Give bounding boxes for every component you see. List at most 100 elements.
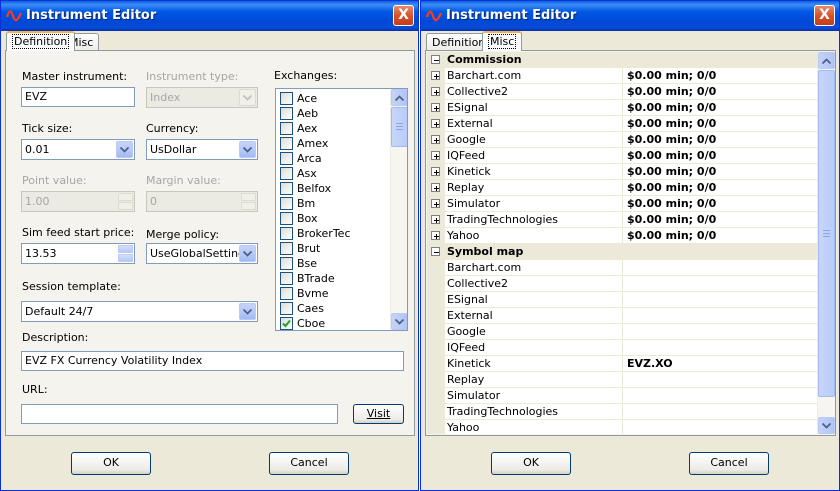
property-value[interactable]: $0.00 min; 0/0 <box>624 84 818 100</box>
scroll-up-button[interactable] <box>391 89 407 106</box>
expand-icon[interactable] <box>431 167 440 176</box>
property-value[interactable]: $0.00 min; 0/0 <box>624 212 818 228</box>
chevron-down-icon[interactable] <box>239 141 256 158</box>
property-value[interactable] <box>624 372 818 388</box>
cancel-button[interactable]: Cancel <box>689 452 769 475</box>
expand-icon[interactable] <box>431 135 440 144</box>
tab-definition[interactable]: Definition <box>6 31 76 51</box>
expand-icon[interactable] <box>431 199 440 208</box>
title-bar[interactable]: Instrument Editor X <box>421 1 839 31</box>
exchanges-list[interactable]: Ace Aeb Aex Amex Arca Asx Belfox Bm Box BrokerTec… <box>275 88 408 331</box>
expand-icon[interactable] <box>431 71 440 80</box>
property-row[interactable]: TradingTechnologies <box>427 404 818 420</box>
checkbox-icon[interactable] <box>280 227 293 240</box>
property-row[interactable]: Barchart.com <box>427 260 818 276</box>
property-row[interactable]: TradingTechnologies $0.00 min; 0/0 <box>427 212 818 228</box>
property-value[interactable]: $0.00 min; 0/0 <box>624 68 818 84</box>
property-value[interactable]: $0.00 min; 0/0 <box>624 180 818 196</box>
property-value[interactable] <box>624 420 818 434</box>
sim-feed-stepper[interactable]: 13.53 <box>21 243 135 264</box>
checkbox-icon[interactable] <box>280 287 293 300</box>
property-value[interactable] <box>624 388 818 404</box>
exchanges-scrollbar[interactable] <box>390 89 407 330</box>
expand-icon[interactable] <box>431 151 440 160</box>
property-value[interactable] <box>624 324 818 340</box>
spin-up-icon[interactable] <box>118 245 133 253</box>
merge-policy-select[interactable]: UseGlobalSettings <box>146 243 258 264</box>
property-row[interactable]: ESignal <box>427 292 818 308</box>
tick-size-select[interactable]: 0.01 <box>21 139 135 160</box>
checkbox-icon[interactable] <box>280 242 293 255</box>
property-row[interactable]: External $0.00 min; 0/0 <box>427 116 818 132</box>
close-button[interactable]: X <box>393 5 414 26</box>
checkbox-icon[interactable] <box>280 197 293 210</box>
expand-icon[interactable] <box>431 103 440 112</box>
expand-icon[interactable] <box>431 183 440 192</box>
checkbox-icon[interactable] <box>280 212 293 225</box>
property-row[interactable]: Yahoo <box>427 420 818 434</box>
ok-button[interactable]: OK <box>491 452 571 475</box>
description-input[interactable]: EVZ FX Currency Volatility Index <box>21 351 404 371</box>
property-value[interactable]: $0.00 min; 0/0 <box>624 228 818 244</box>
checkbox-icon[interactable] <box>280 257 293 270</box>
cancel-button[interactable]: Cancel <box>269 452 349 475</box>
category-symbol-map[interactable]: Symbol map <box>427 244 818 260</box>
scroll-down-button[interactable] <box>391 313 407 330</box>
property-row[interactable]: IQFeed $0.00 min; 0/0 <box>427 148 818 164</box>
property-row[interactable]: Barchart.com $0.00 min; 0/0 <box>427 68 818 84</box>
checkbox-icon[interactable] <box>280 272 293 285</box>
checkbox-icon[interactable] <box>280 107 293 120</box>
property-value[interactable] <box>624 260 818 276</box>
close-button[interactable]: X <box>814 5 835 26</box>
scroll-thumb[interactable] <box>818 70 835 397</box>
scroll-thumb[interactable] <box>391 107 407 147</box>
scroll-up-button[interactable] <box>818 52 835 69</box>
session-template-select[interactable]: Default 24/7 <box>21 301 258 322</box>
property-row[interactable]: Google <box>427 324 818 340</box>
property-row[interactable]: External <box>427 308 818 324</box>
checkbox-checked-icon[interactable] <box>280 317 293 330</box>
collapse-icon[interactable] <box>431 55 440 64</box>
tab-misc[interactable]: Misc <box>482 31 523 51</box>
property-value[interactable]: $0.00 min; 0/0 <box>624 132 818 148</box>
property-grid[interactable]: Commission Barchart.com $0.00 min; 0/0 Coll… <box>427 52 818 434</box>
property-row[interactable]: Simulator <box>427 388 818 404</box>
property-row[interactable]: Collective2 $0.00 min; 0/0 <box>427 84 818 100</box>
collapse-icon[interactable] <box>431 247 440 256</box>
property-row[interactable]: ESignal $0.00 min; 0/0 <box>427 100 818 116</box>
ok-button[interactable]: OK <box>71 452 151 475</box>
property-value[interactable] <box>624 308 818 324</box>
checkbox-icon[interactable] <box>280 302 293 315</box>
property-value[interactable]: EVZ.XO <box>624 356 818 372</box>
chevron-down-icon[interactable] <box>239 303 256 320</box>
property-row[interactable]: Replay <box>427 372 818 388</box>
checkbox-icon[interactable] <box>280 167 293 180</box>
property-value[interactable] <box>624 340 818 356</box>
property-row[interactable]: Kinetick EVZ.XO <box>427 356 818 372</box>
property-grid-scrollbar[interactable] <box>817 52 835 434</box>
property-row[interactable]: IQFeed <box>427 340 818 356</box>
checkbox-icon[interactable] <box>280 152 293 165</box>
expand-icon[interactable] <box>431 231 440 240</box>
expand-icon[interactable] <box>431 119 440 128</box>
property-value[interactable] <box>624 292 818 308</box>
checkbox-icon[interactable] <box>280 182 293 195</box>
property-value[interactable]: $0.00 min; 0/0 <box>624 100 818 116</box>
visit-button[interactable]: Visit <box>353 404 404 424</box>
property-value[interactable] <box>624 276 818 292</box>
property-row[interactable]: Simulator $0.00 min; 0/0 <box>427 196 818 212</box>
checkbox-icon[interactable] <box>280 137 293 150</box>
property-row[interactable]: Replay $0.00 min; 0/0 <box>427 180 818 196</box>
property-row[interactable]: Collective2 <box>427 276 818 292</box>
master-instrument-input[interactable]: EVZ <box>21 87 135 107</box>
property-value[interactable]: $0.00 min; 0/0 <box>624 196 818 212</box>
expand-icon[interactable] <box>431 215 440 224</box>
chevron-down-icon[interactable] <box>116 141 133 158</box>
property-value[interactable] <box>624 404 818 420</box>
checkbox-icon[interactable] <box>280 92 293 105</box>
property-row[interactable]: Yahoo $0.00 min; 0/0 <box>427 228 818 244</box>
property-row[interactable]: Kinetick $0.00 min; 0/0 <box>427 164 818 180</box>
property-value[interactable]: $0.00 min; 0/0 <box>624 116 818 132</box>
property-value[interactable]: $0.00 min; 0/0 <box>624 148 818 164</box>
property-value[interactable]: $0.00 min; 0/0 <box>624 164 818 180</box>
